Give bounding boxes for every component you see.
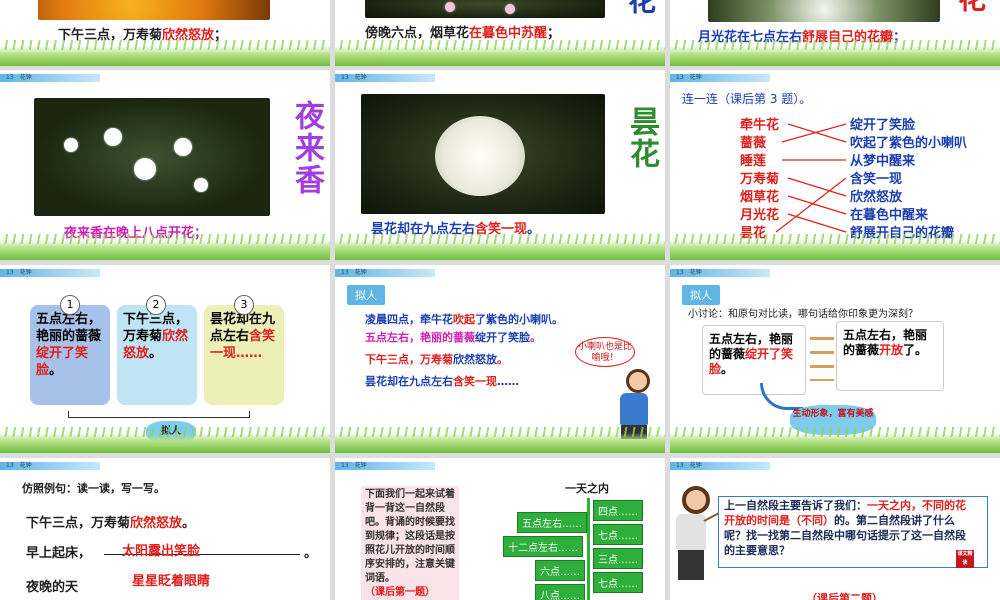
sentence-line: 凌晨四点，牵牛花吹起了紫色的小喇叭。 xyxy=(365,313,563,326)
exercise-prompt: 夜晚的天 xyxy=(26,580,79,595)
exercise-prompt: 早上起床， xyxy=(26,546,92,561)
slide-6[interactable]: 13 花钟 连一连（课后第 3 题）。 牵牛花 蔷薇 睡莲 万寿菊 烟草花 月光… xyxy=(670,70,1000,260)
white-blossom xyxy=(194,178,208,192)
sentence-line: 五点左右，艳丽的蔷薇绽开了笑脸。 xyxy=(365,331,541,344)
moonflower-photo xyxy=(708,0,940,22)
sentence-line: 昙花却在九点左右含笑一现…… xyxy=(365,375,519,388)
ring-binder xyxy=(810,331,834,381)
pink-flower xyxy=(445,2,455,12)
bracket-line xyxy=(68,411,250,418)
slide-10[interactable]: 13 花钟 仿照例句：读一读，写一写。 下午三点，万寿菊欣然怒放。 早上起床， … xyxy=(0,458,330,600)
compare-sentence-card: 五点左右，艳丽的蔷薇开放了。 xyxy=(836,321,944,391)
grass-decoration xyxy=(335,40,665,66)
grass-decoration xyxy=(670,234,1000,260)
number-badge: 3 xyxy=(234,295,254,315)
answer-text: 太阳露出笑脸 xyxy=(122,544,201,559)
slide-header: 13 花钟 xyxy=(0,462,100,470)
grass-decoration xyxy=(670,40,1000,66)
grass-decoration xyxy=(0,427,330,453)
timeline-box-left: 十二点左右…… xyxy=(503,536,583,557)
number-badge: 1 xyxy=(60,295,80,315)
stamp: 课文精读 xyxy=(956,550,974,568)
slide-header: 13 花钟 xyxy=(335,462,435,470)
slide-header: 13 花钟 xyxy=(670,269,770,277)
slide-4[interactable]: 13 花钟 夜来香 夜来香在晚上八点开花； xyxy=(0,70,330,260)
answer-text: 星星眨着眼睛 xyxy=(132,574,211,589)
slide-header: 13 花钟 xyxy=(0,74,100,82)
footer-note: （课后第二题） xyxy=(806,592,883,600)
grass-decoration xyxy=(0,234,330,260)
match-line xyxy=(787,195,847,215)
sentence-card-2: 下午三点，万寿菊欣然怒放。 xyxy=(117,305,197,405)
slide-4-title: 夜来香 xyxy=(289,100,324,196)
tobacco-flower-photo xyxy=(365,0,605,18)
period: 。 xyxy=(304,546,318,561)
discussion-question: 小讨论：和原句对比读，哪句话给你印象更为深刻？ xyxy=(688,309,918,320)
number-badge: 2 xyxy=(146,295,166,315)
speech-bubble: 小喇叭也是比喻哦！ xyxy=(575,337,635,367)
slide-11[interactable]: 13 花钟 下面我们一起来试着背一背这一自然段吧。背诵的时候要找到规律；这段话是… xyxy=(335,458,665,600)
timeline-box-left: 五点左右…… xyxy=(517,512,587,533)
white-blossom xyxy=(104,128,122,146)
slide-2-big-char: 花 xyxy=(624,0,657,16)
slide-12[interactable]: 13 花钟 上一自然段主要告诉了我们：一天之内，不同的花开放的时间是（不同）的。… xyxy=(670,458,1000,600)
slide-header: 13 花钟 xyxy=(335,269,435,277)
timeline-box-left: 六点…… xyxy=(535,560,585,581)
pink-flower xyxy=(505,4,515,14)
sentence-line: 下午三点，万寿菊欣然怒放。 xyxy=(365,353,508,366)
slide-5-title: 昙花 xyxy=(624,106,659,170)
slide-2-caption: 傍晚六点，烟草花在暮色中苏醒； xyxy=(365,26,561,41)
recite-note: 下面我们一起来试着背一背这一自然段吧。背诵的时候要找到规律；这段话是按照花儿开放… xyxy=(365,489,455,598)
slide-1[interactable]: 下午三点，万寿菊欣然怒放； xyxy=(0,0,330,66)
slide-3-big-char: 花 xyxy=(950,0,990,14)
epiphyllum-photo xyxy=(361,94,605,214)
timeline-stem xyxy=(587,498,590,600)
personification-tag: 拟人 xyxy=(347,285,385,305)
slide-8[interactable]: 13 花钟 拟人 凌晨四点，牵牛花吹起了紫色的小喇叭。 五点左右，艳丽的蔷薇绽开… xyxy=(335,265,665,453)
slide-2[interactable]: 花 傍晚六点，烟草花在暮色中苏醒； xyxy=(335,0,665,66)
timeline-box-right: 四点…… xyxy=(593,500,643,521)
white-blossom xyxy=(134,158,156,180)
slide-header: 13 花钟 xyxy=(0,269,100,277)
timeline-box-right: 七点…… xyxy=(593,524,643,545)
teacher-figure xyxy=(676,486,710,580)
slide-9[interactable]: 13 花钟 拟人 小讨论：和原句对比读，哪句话给你印象更为深刻？ 五点左右，艳丽… xyxy=(670,265,1000,453)
timeline-box-left: 八点…… xyxy=(535,584,585,600)
match-line xyxy=(787,177,847,197)
white-blossom xyxy=(174,138,192,156)
example-sentence: 下午三点，万寿菊欣然怒放。 xyxy=(26,516,196,531)
grass-decoration xyxy=(0,40,330,66)
sentence-card-3: 昙花却在九点左右含笑一现…… xyxy=(204,305,284,405)
slide-header: 13 花钟 xyxy=(670,462,770,470)
curved-arrow xyxy=(760,383,803,410)
timeline-title: 一天之内 xyxy=(565,482,609,495)
grass-decoration xyxy=(335,427,665,453)
sentence-card-1: 五点左右，艳丽的蔷薇绽开了笑脸。 xyxy=(30,305,110,405)
white-blossom xyxy=(64,138,78,152)
slide-7[interactable]: 13 花钟 五点左右，艳丽的蔷薇绽开了笑脸。 下午三点，万寿菊欣然怒放。 昙花却… xyxy=(0,265,330,453)
grass-decoration xyxy=(335,234,665,260)
grass-decoration xyxy=(670,427,1000,453)
night-jasmine-photo xyxy=(34,98,270,216)
marigold-photo xyxy=(38,0,270,20)
exercise-title: 仿照例句：读一读，写一写。 xyxy=(22,482,165,495)
timeline-box-right: 七点…… xyxy=(593,572,643,593)
slide-5[interactable]: 13 花钟 昙花 昙花却在九点左右含笑一现。 xyxy=(335,70,665,260)
matching-lines xyxy=(775,123,847,233)
personification-tag: 拟人 xyxy=(682,285,720,305)
match-line xyxy=(775,177,847,233)
question-text: 上一自然段主要告诉了我们：一天之内，不同的花开放的时间是（不同）的。第二自然段讲… xyxy=(724,499,966,557)
timeline-box-right: 三点…… xyxy=(593,548,643,569)
slide-header: 13 花钟 xyxy=(335,74,435,82)
white-blossom xyxy=(435,116,525,196)
slide-3[interactable]: 花 月光花在七点左右舒展自己的花瓣； xyxy=(670,0,1000,66)
